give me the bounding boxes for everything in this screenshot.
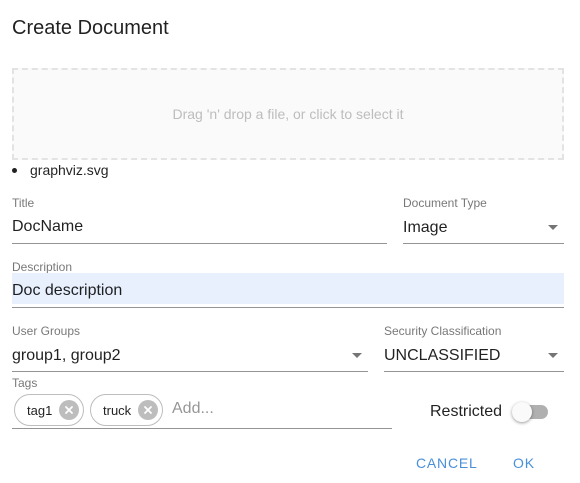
document-type-underline [403, 243, 564, 244]
security-classification-underline [384, 371, 564, 372]
ok-button[interactable]: OK [505, 448, 543, 478]
file-list-item: graphviz.svg [12, 161, 109, 179]
tag-chip[interactable]: truck [90, 394, 164, 426]
security-classification-label: Security Classification [384, 324, 502, 338]
file-dropzone[interactable]: Drag 'n' drop a file, or click to select… [12, 68, 564, 160]
description-underline [12, 307, 564, 308]
tags-field: Tags tag1 truck [12, 376, 392, 429]
chip-delete-icon[interactable] [59, 400, 80, 420]
title-underline [12, 243, 387, 244]
user-groups-label: User Groups [12, 324, 81, 338]
restricted-switch[interactable] [510, 400, 550, 424]
title-label: Title [12, 196, 35, 210]
tag-chip[interactable]: tag1 [14, 394, 85, 426]
security-classification-value: UNCLASSIFIED [384, 347, 501, 364]
title-input[interactable]: DocName [12, 217, 83, 237]
file-list: graphviz.svg [12, 161, 109, 179]
user-groups-underline [12, 371, 368, 372]
security-classification-select[interactable]: Security Classification UNCLASSIFIED [384, 324, 564, 372]
user-groups-select[interactable]: User Groups group1, group2 [12, 324, 368, 372]
document-type-value: Image [403, 219, 448, 236]
document-type-label: Document Type [403, 196, 487, 210]
document-type-select[interactable]: Document Type Image [403, 196, 564, 244]
dropzone-text: Drag 'n' drop a file, or click to select… [172, 106, 404, 122]
tags-underline [12, 428, 392, 429]
chip-delete-icon[interactable] [138, 400, 159, 420]
document-type-dropdown-icon [548, 225, 558, 230]
restricted-switch-thumb [512, 402, 532, 422]
tags-input[interactable] [172, 399, 372, 419]
dialog-title: Create Document [12, 17, 169, 39]
description-field[interactable]: Description Doc description [12, 260, 564, 308]
cancel-button[interactable]: CANCEL [408, 448, 486, 478]
bullet-icon [12, 167, 17, 173]
restricted-label: Restricted [430, 403, 503, 420]
security-classification-dropdown-icon [548, 353, 558, 358]
user-groups-value: group1, group2 [12, 347, 121, 364]
description-label: Description [12, 260, 73, 274]
title-field[interactable]: Title DocName [12, 196, 387, 244]
description-input[interactable]: Doc description [12, 281, 122, 301]
tag-chip-label: tag1 [27, 402, 53, 418]
file-name: graphviz.svg [30, 162, 109, 178]
tags-label: Tags [12, 376, 38, 390]
tag-chip-label: truck [103, 402, 132, 418]
user-groups-dropdown-icon [352, 353, 362, 358]
